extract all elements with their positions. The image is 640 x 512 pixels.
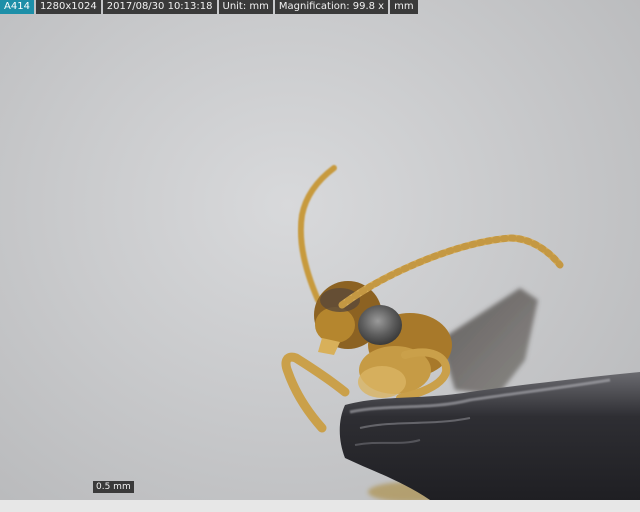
status-strip <box>0 500 640 512</box>
image-id-badge: A414 <box>0 0 34 14</box>
unit-button[interactable]: mm <box>390 0 418 14</box>
datetime-label: 2017/08/30 10:13:18 <box>102 0 217 14</box>
insect-eye <box>358 305 402 345</box>
magnification-label: Magnification: 99.8 x <box>274 0 389 14</box>
insect-leg-front <box>281 352 350 433</box>
insect-antenna-left <box>297 165 337 303</box>
scale-bar-label: 0.5 mm <box>93 481 134 493</box>
microscope-viewer: A414 1280x1024 2017/08/30 10:13:18 Unit:… <box>0 0 640 512</box>
insect-wing <box>440 288 538 395</box>
image-info-bar: A414 1280x1024 2017/08/30 10:13:18 Unit:… <box>0 0 418 14</box>
resolution-label: 1280x1024 <box>35 0 101 14</box>
unit-label: Unit: mm <box>218 0 273 14</box>
specimen-image <box>281 165 640 500</box>
